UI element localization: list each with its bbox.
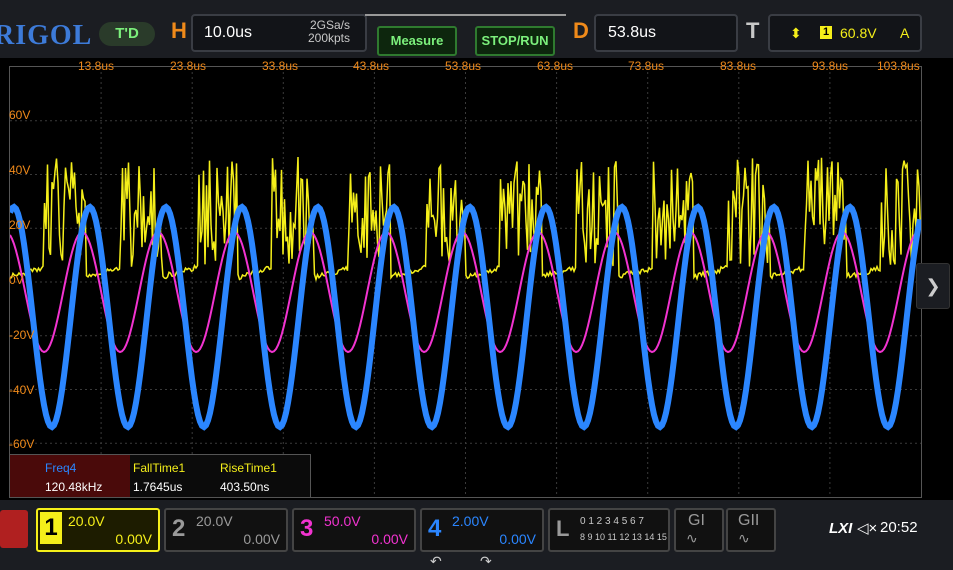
gii-label: GII xyxy=(738,512,759,530)
measurement-panel: Freq4 120.48kHz FallTime1 1.7645us RiseT… xyxy=(9,454,311,498)
channel-offset: 0.00V xyxy=(243,531,280,547)
channel-2-box[interactable]: 2 20.0V 0.00V xyxy=(164,508,288,552)
gi-button[interactable]: GI ∿ xyxy=(674,508,724,552)
menu-grid-icon[interactable] xyxy=(0,510,28,548)
channel-offset: 0.00V xyxy=(499,531,536,547)
delay-value: 53.8us xyxy=(608,24,656,42)
gi-label: GI xyxy=(688,512,705,530)
timebase-value: 10.0us xyxy=(204,24,252,42)
trigger-mode: A xyxy=(900,25,909,41)
time-label: 23.8us xyxy=(170,59,206,73)
channel-number: 2 xyxy=(172,515,185,543)
clock: 20:52 xyxy=(880,519,918,536)
time-label: 83.8us xyxy=(720,59,756,73)
time-label: 93.8us xyxy=(812,59,848,73)
measure-button[interactable]: Measure xyxy=(377,26,457,56)
volt-label: 40V xyxy=(9,163,30,177)
time-label: 63.8us xyxy=(537,59,573,73)
channel-scale: 50.0V xyxy=(324,513,361,529)
channel-scale: 2.00V xyxy=(452,513,489,529)
channel-number: 1 xyxy=(40,512,62,544)
channel-offset: 0.00V xyxy=(115,531,152,547)
lxi-logo: LXI xyxy=(829,520,852,537)
channel-scale: 20.0V xyxy=(196,513,233,529)
channel-number: 3 xyxy=(300,515,313,543)
time-label: 73.8us xyxy=(628,59,664,73)
channel-3-box[interactable]: 3 50.0V 0.00V xyxy=(292,508,416,552)
time-label: 33.8us xyxy=(262,59,298,73)
time-label: 13.8us xyxy=(78,59,114,73)
meas-value: 1.7645us xyxy=(133,480,182,494)
trigger-edge-icon: ⬍ xyxy=(790,25,802,42)
time-label: 53.8us xyxy=(445,59,481,73)
volt-label: -60V xyxy=(9,437,34,451)
undo-icon[interactable]: ↶ xyxy=(430,553,442,570)
wave-icon: ∿ xyxy=(738,530,750,547)
meas-value: 120.48kHz xyxy=(45,480,102,494)
digital-channels-box[interactable]: L 0 1 2 3 4 5 6 7 8 9 10 11 12 13 14 15 xyxy=(548,508,670,552)
digital-label: L xyxy=(556,516,569,542)
channel-scale: 20.0V xyxy=(68,513,105,529)
trigger-channel-badge: 1 xyxy=(820,26,832,39)
channel-number: 4 xyxy=(428,515,441,543)
trigger-label: T xyxy=(746,18,759,44)
channel-4-box[interactable]: 4 2.00V 0.00V xyxy=(420,508,544,552)
mute-icon[interactable]: ◁× xyxy=(857,519,877,537)
volt-label: -40V xyxy=(9,383,34,397)
trigger-level: 60.8V xyxy=(840,25,877,41)
wave-icon: ∿ xyxy=(686,530,698,547)
horizontal-label: H xyxy=(171,18,187,44)
digital-row-1: 0 1 2 3 4 5 6 7 xyxy=(580,516,644,527)
delay-label: D xyxy=(573,18,589,44)
rigol-logo: RIGOL xyxy=(0,20,92,52)
memory-indicator xyxy=(365,14,566,24)
time-label: 103.8us xyxy=(877,59,920,73)
run-status-badge[interactable]: T'D xyxy=(99,22,155,46)
volt-label: 20V xyxy=(9,218,30,232)
channel-offset: 0.00V xyxy=(371,531,408,547)
meas-value: 403.50ns xyxy=(220,480,269,494)
meas-name: Freq4 xyxy=(45,461,76,475)
memory-depth: 200kpts xyxy=(290,32,350,45)
waveform-display[interactable] xyxy=(9,66,922,498)
channel-1-box[interactable]: 1 20.0V 0.00V xyxy=(36,508,160,552)
volt-label: 0V xyxy=(9,273,24,287)
digital-row-2: 8 9 10 11 12 13 14 15 xyxy=(580,532,667,542)
volt-label: -20V xyxy=(9,328,34,342)
time-label: 43.8us xyxy=(353,59,389,73)
redo-icon[interactable]: ↷ xyxy=(480,553,492,570)
gii-button[interactable]: GII ∿ xyxy=(726,508,776,552)
volt-label: 60V xyxy=(9,108,30,122)
meas-name: RiseTime1 xyxy=(220,461,277,475)
expand-side-menu-button[interactable]: ❯ xyxy=(916,263,950,309)
meas-name: FallTime1 xyxy=(133,461,185,475)
stop-run-button[interactable]: STOP/RUN xyxy=(475,26,555,56)
